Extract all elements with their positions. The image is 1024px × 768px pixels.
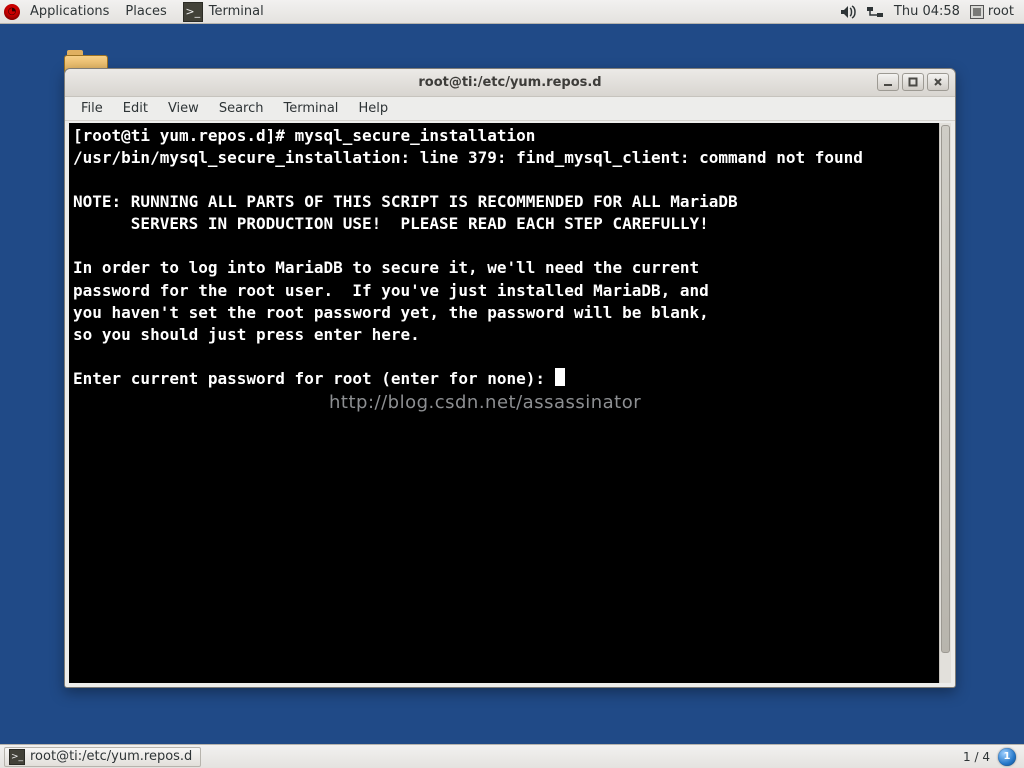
- taskbar-entry-label: root@ti:/etc/yum.repos.d: [30, 749, 192, 764]
- scrollbar-thumb[interactable]: [941, 125, 950, 653]
- maximize-button[interactable]: [902, 73, 924, 91]
- menu-edit[interactable]: Edit: [113, 98, 158, 119]
- terminal[interactable]: [root@ti yum.repos.d]# mysql_secure_inst…: [69, 123, 939, 683]
- titlebar[interactable]: root@ti:/etc/yum.repos.d: [65, 69, 955, 97]
- clock[interactable]: Thu 04:58: [894, 4, 960, 19]
- terminal-scrollbar[interactable]: [939, 123, 951, 683]
- terminal-cursor: [555, 368, 565, 386]
- terminal-output-line: /usr/bin/mysql_secure_installation: line…: [73, 148, 863, 167]
- minimize-button[interactable]: [877, 73, 899, 91]
- menu-view[interactable]: View: [158, 98, 209, 119]
- menu-terminal[interactable]: Terminal: [273, 98, 348, 119]
- workspace-counter[interactable]: 1 / 4: [963, 750, 990, 764]
- menu-search[interactable]: Search: [209, 98, 274, 119]
- terminal-launcher-icon[interactable]: >_: [183, 2, 203, 22]
- menubar: File Edit View Search Terminal Help: [65, 97, 955, 121]
- distro-icon: ◔: [4, 4, 20, 20]
- terminal-window: root@ti:/etc/yum.repos.d File Edit View …: [64, 68, 956, 688]
- user-icon: [970, 5, 984, 19]
- top-panel: ◔ Applications Places >_ Terminal Thu 04…: [0, 0, 1024, 24]
- menu-file[interactable]: File: [71, 98, 113, 119]
- terminal-output-line: so you should just press enter here.: [73, 325, 420, 344]
- shell-command: mysql_secure_installation: [295, 126, 536, 145]
- terminal-output-line: password for the root user. If you've ju…: [73, 281, 709, 300]
- shell-prompt: [root@ti yum.repos.d]#: [73, 126, 295, 145]
- network-icon[interactable]: [866, 5, 884, 19]
- terminal-output-line: you haven't set the root password yet, t…: [73, 303, 709, 322]
- user-menu[interactable]: root: [970, 4, 1014, 19]
- terminal-output-line: In order to log into MariaDB to secure i…: [73, 258, 699, 277]
- terminal-launcher-label[interactable]: Terminal: [205, 1, 272, 22]
- terminal-output-line: SERVERS IN PRODUCTION USE! PLEASE READ E…: [73, 214, 709, 233]
- watermark-text: http://blog.csdn.net/assassinator: [329, 391, 641, 416]
- menu-help[interactable]: Help: [348, 98, 398, 119]
- terminal-area: [root@ti yum.repos.d]# mysql_secure_inst…: [69, 123, 951, 683]
- window-title: root@ti:/etc/yum.repos.d: [65, 75, 955, 90]
- applications-menu[interactable]: Applications: [22, 1, 117, 22]
- places-menu[interactable]: Places: [117, 1, 174, 22]
- workspace-badge[interactable]: 1: [998, 748, 1016, 766]
- terminal-icon: >_: [9, 749, 25, 765]
- bottom-panel: >_ root@ti:/etc/yum.repos.d 1 / 4 1: [0, 744, 1024, 768]
- terminal-output-line: NOTE: RUNNING ALL PARTS OF THIS SCRIPT I…: [73, 192, 738, 211]
- system-tray: Thu 04:58 root: [840, 4, 1020, 19]
- close-button[interactable]: [927, 73, 949, 91]
- terminal-prompt-line: Enter current password for root (enter f…: [73, 369, 555, 388]
- taskbar-entry[interactable]: >_ root@ti:/etc/yum.repos.d: [4, 747, 201, 767]
- window-buttons: [877, 73, 949, 91]
- workspace-switcher: 1 / 4 1: [963, 748, 1020, 766]
- user-label: root: [988, 4, 1014, 19]
- volume-icon[interactable]: [840, 5, 856, 19]
